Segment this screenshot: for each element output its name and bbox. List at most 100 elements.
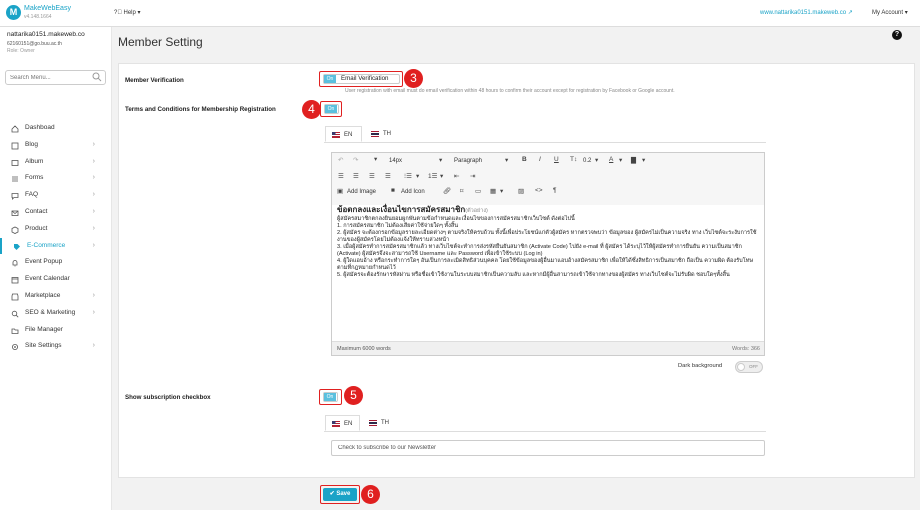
help-circle-icon[interactable]: ? — [892, 30, 902, 40]
flag-en-icon — [332, 132, 340, 138]
editor-content[interactable]: ข้อตกลงและเงื่อนไขการสมัครสมาชิก(ตัวอย่า… — [337, 205, 761, 279]
bookmark-icon[interactable]: ⌑ — [460, 187, 463, 195]
sidebar-item-event-calendar[interactable]: Event Calendar — [0, 271, 111, 288]
terms-tab-divider — [324, 142, 766, 143]
top-bar: M MakeWebEasy v4.148.1664 ?⃝ Help ▾ www.… — [0, 0, 920, 27]
gear-icon — [11, 342, 19, 351]
indent-icon[interactable]: ⇥ — [470, 172, 475, 180]
sidebar-item-contact[interactable]: Contact › — [0, 204, 111, 221]
sidebar-item-forms[interactable]: Forms › — [0, 170, 111, 187]
sidebar-item-file-manager[interactable]: File Manager — [0, 322, 111, 339]
annotation-badge-6: 6 — [361, 485, 380, 504]
sidebar-item-marketplace[interactable]: Marketplace › — [0, 288, 111, 305]
terms-tab-th[interactable]: TH — [365, 126, 401, 142]
switch-knob — [737, 363, 745, 371]
terms-editor[interactable]: ↶ ↷ ▾ 14px ▾ Paragraph ▾ B I U T↕ 0.2 ▾ … — [331, 152, 765, 356]
search-icon — [11, 309, 19, 318]
sidebar-menu: Dashboad Blog › Album › Forms › FAQ › Contac… — [0, 120, 111, 355]
font-family-dropdown[interactable]: ▾ — [374, 155, 377, 163]
question-icon: ?⃝ — [114, 10, 122, 16]
sidebar-item-seo-marketing[interactable]: SEO & Marketing › — [0, 305, 111, 322]
sidebar-item-product[interactable]: Product › — [0, 221, 111, 238]
account-menu[interactable]: My Account ▾ — [872, 9, 908, 16]
help-menu[interactable]: ?⃝ Help ▾ — [114, 9, 141, 16]
chevron-down-icon: ▾ — [137, 10, 141, 16]
undo-icon[interactable]: ↶ — [338, 156, 343, 164]
add-image-icon[interactable]: ▣ — [337, 187, 343, 195]
search-menu-input[interactable] — [5, 70, 106, 85]
link-icon[interactable]: 🔗︎ — [443, 187, 451, 195]
max-words-text: Maximum 6000 words — [337, 346, 391, 352]
terms-content-line: 3. เมื่อผู้สมัครทำการสมัครสมาชิกแล้ว ทาง… — [337, 244, 742, 257]
font-size-select[interactable]: 14px — [389, 158, 402, 164]
sidebar-item-event-popup[interactable]: Event Popup — [0, 254, 111, 271]
underline-icon[interactable]: U — [554, 156, 559, 163]
annotation-box-3 — [319, 71, 403, 87]
chevron-down-icon: ▾ — [642, 157, 646, 164]
add-image-button[interactable]: Add Image — [347, 189, 376, 195]
numbered-list-icon[interactable]: 1☰ — [428, 172, 437, 180]
terms-tab-en[interactable]: EN — [325, 126, 362, 142]
bold-icon[interactable]: B — [522, 156, 527, 163]
annotation-badge-5: 5 — [344, 386, 363, 405]
paragraph-mark-icon[interactable]: ¶ — [553, 187, 557, 194]
site-link[interactable]: www.nattarika0151.makeweb.co ↗ — [760, 9, 853, 16]
align-center-icon[interactable]: ☰ — [353, 172, 359, 180]
chevron-right-icon: › — [92, 174, 95, 182]
align-left-icon[interactable]: ☰ — [338, 172, 344, 180]
align-justify-icon[interactable]: ☰ — [385, 172, 391, 180]
flag-th-icon — [371, 131, 379, 137]
terms-label: Terms and Conditions for Membership Regi… — [125, 106, 276, 113]
line-height-icon[interactable]: T↕ — [570, 156, 577, 163]
add-icon-icon[interactable]: ■ — [391, 187, 395, 194]
logo-icon[interactable]: M — [6, 5, 21, 20]
subscription-tab-divider — [324, 431, 766, 432]
word-count-text: Words: 366 — [731, 346, 760, 352]
subscription-text-input[interactable] — [331, 440, 765, 456]
sidebar-item-album[interactable]: Album › — [0, 154, 111, 171]
chevron-down-icon: ▾ — [416, 173, 420, 180]
envelope-icon — [11, 208, 19, 216]
chevron-right-icon: › — [92, 308, 95, 316]
sidebar-item-dashboard[interactable]: Dashboad — [0, 120, 111, 137]
picture-icon[interactable]: ▨ — [518, 187, 524, 195]
annotation-badge-3: 3 — [404, 69, 423, 88]
media-icon[interactable]: ▭ — [475, 187, 481, 195]
outdent-icon[interactable]: ⇤ — [454, 172, 459, 180]
chevron-down-icon: ▾ — [505, 157, 509, 164]
redo-icon[interactable]: ↷ — [353, 156, 358, 164]
page-title: Member Setting — [118, 35, 203, 49]
annotation-badge-4: 4 — [302, 100, 321, 119]
text-color-icon[interactable]: A — [609, 156, 613, 163]
align-right-icon[interactable]: ☰ — [369, 172, 375, 180]
sidebar-item-site-settings[interactable]: Site Settings › — [0, 338, 111, 355]
search-icon[interactable] — [92, 72, 102, 82]
dark-background-switch[interactable]: OFF — [735, 361, 763, 373]
app-version: v4.148.1664 — [24, 14, 52, 20]
annotation-box-4 — [320, 101, 342, 117]
terms-content-title: ข้อตกลงและเงื่อนไขการสมัครสมาชิก(ตัวอย่า… — [337, 205, 488, 214]
verification-hint: User registration with email must do ema… — [345, 88, 675, 94]
table-icon[interactable]: ▦ — [490, 187, 496, 195]
subscription-tab-en[interactable]: EN — [325, 415, 360, 431]
terms-content-line: 4. ผู้ใดแอบอ้าง หรือกระทำการใดๆ อันเป็นก… — [337, 258, 754, 271]
line-height-value[interactable]: 0.2 — [583, 158, 591, 164]
bullet-list-icon[interactable]: ⁝☰ — [404, 172, 412, 180]
subscription-label: Show subscription checkbox — [125, 394, 211, 401]
terms-content-line: 1. การสมัครสมาชิก ไม่ต้องเสียค่าใช้จ่ายใ… — [337, 223, 459, 229]
terms-content-intro: ผู้สมัครสมาชิกตกลงยินยอมผูกพันตามข้อกำหน… — [337, 216, 575, 222]
block-format-select[interactable]: Paragraph — [454, 158, 482, 164]
sidebar-item-ecommerce[interactable]: E-Commerce › — [0, 237, 111, 255]
add-icon-button[interactable]: Add Icon — [401, 189, 425, 195]
annotation-box-5 — [319, 389, 342, 405]
chevron-right-icon: › — [92, 291, 95, 299]
sidebar-item-blog[interactable]: Blog › — [0, 137, 111, 154]
highlight-color-icon[interactable]: ▇ — [631, 156, 636, 164]
italic-icon[interactable]: I — [539, 156, 541, 163]
subscription-tab-th[interactable]: TH — [363, 415, 399, 431]
sidebar-item-faq[interactable]: FAQ › — [0, 187, 111, 204]
folder-icon — [11, 326, 19, 334]
code-icon[interactable]: <> — [535, 187, 543, 194]
chevron-down-icon: ▾ — [595, 157, 599, 164]
edit-icon — [11, 141, 19, 150]
